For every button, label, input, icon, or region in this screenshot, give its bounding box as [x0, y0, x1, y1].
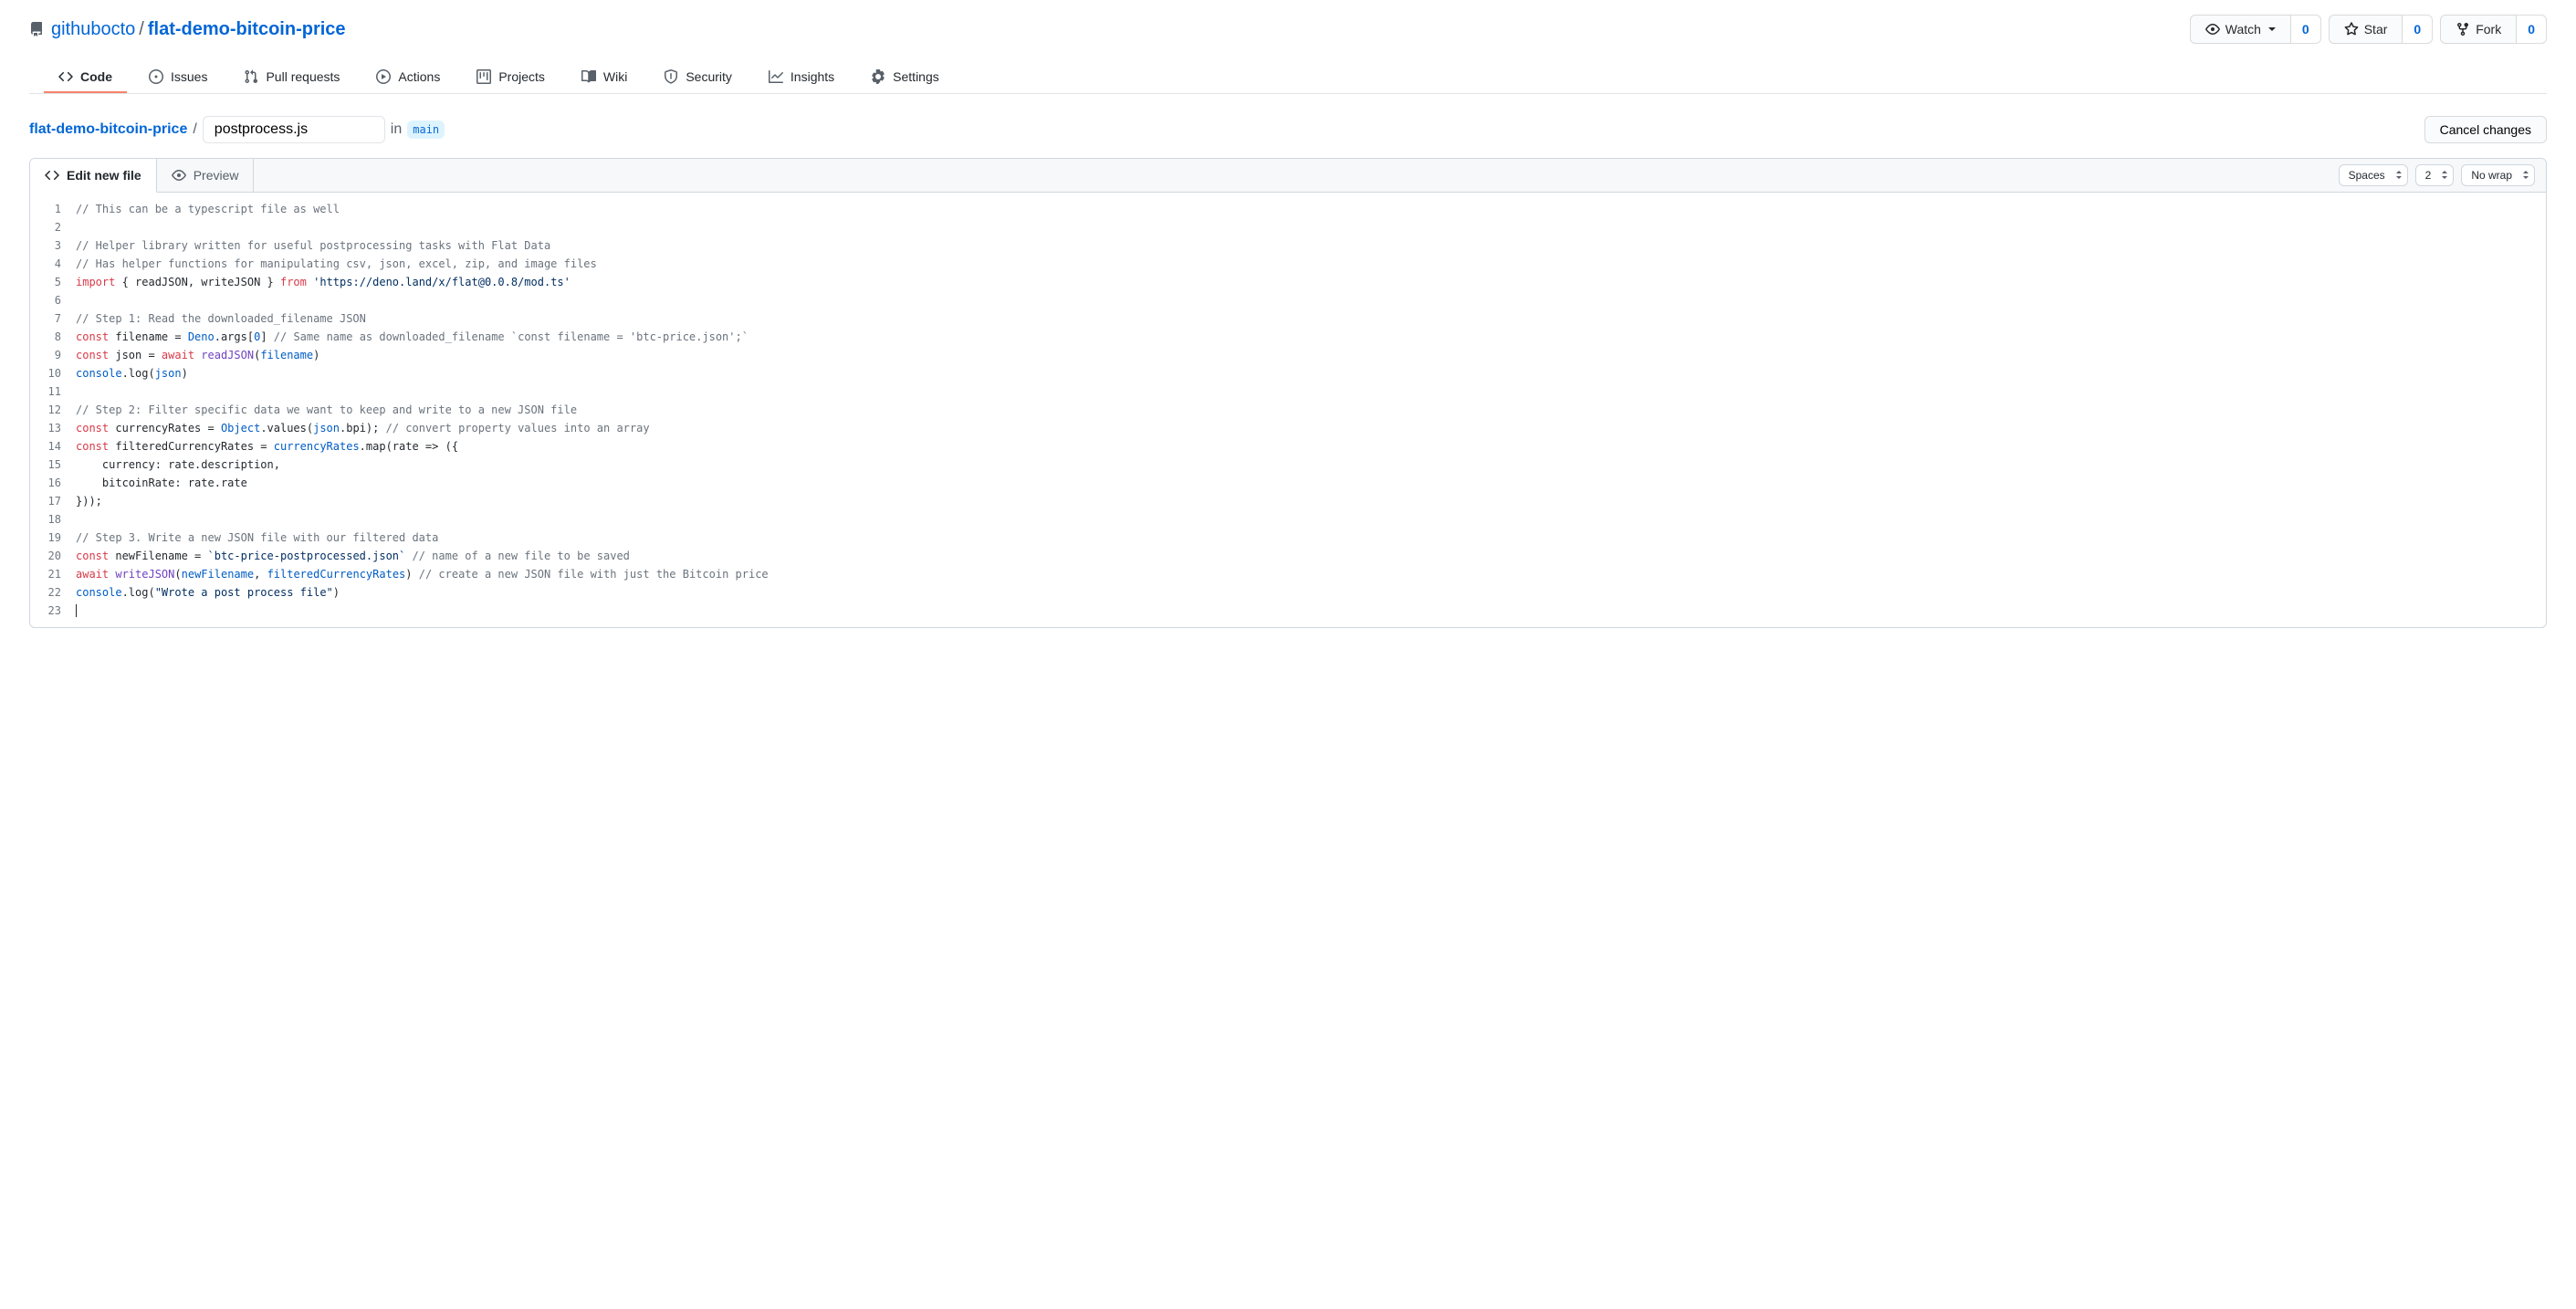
cursor: [76, 604, 77, 617]
tab-pulls[interactable]: Pull requests: [229, 62, 354, 93]
code-icon: [58, 69, 73, 84]
watch-count[interactable]: 0: [2291, 15, 2321, 44]
code-editor[interactable]: 1234567891011121314151617181920212223 //…: [30, 193, 2546, 627]
tab-edit-file[interactable]: Edit new file: [30, 159, 157, 193]
watch-button[interactable]: Watch: [2190, 15, 2291, 44]
repo-nav: Code Issues Pull requests Actions Projec…: [29, 62, 2547, 94]
tab-insights[interactable]: Insights: [754, 62, 849, 93]
gear-icon: [871, 69, 885, 84]
indent-mode-select[interactable]: Spaces: [2339, 164, 2408, 186]
eye-icon: [2205, 22, 2220, 37]
tab-preview[interactable]: Preview: [157, 159, 255, 192]
repo-title: githubocto / flat-demo-bitcoin-price: [29, 19, 346, 40]
path-separator: /: [193, 121, 196, 138]
line-number-gutter: 1234567891011121314151617181920212223: [30, 200, 76, 620]
play-icon: [376, 69, 391, 84]
indent-size-select[interactable]: 2: [2415, 164, 2455, 186]
filename-input[interactable]: [203, 116, 385, 143]
star-icon: [2344, 22, 2359, 37]
star-label: Star: [2364, 20, 2388, 38]
fork-icon: [2456, 22, 2470, 37]
fork-label: Fork: [2476, 20, 2501, 38]
tab-settings[interactable]: Settings: [856, 62, 954, 93]
tab-actions[interactable]: Actions: [361, 62, 455, 93]
issues-icon: [149, 69, 163, 84]
fork-button-group: Fork 0: [2440, 15, 2547, 44]
chevron-down-icon: [2268, 27, 2276, 31]
star-button-group: Star 0: [2329, 15, 2433, 44]
project-icon: [476, 69, 491, 84]
repo-name-link[interactable]: flat-demo-bitcoin-price: [148, 19, 346, 40]
editor-box: Edit new file Preview Spaces 2 No wrap 1…: [29, 158, 2547, 628]
tab-security[interactable]: Security: [649, 62, 747, 93]
cancel-changes-button[interactable]: Cancel changes: [2424, 116, 2547, 143]
in-label: in: [391, 121, 402, 138]
pull-request-icon: [244, 69, 258, 84]
file-path: flat-demo-bitcoin-price / in main: [29, 116, 445, 143]
graph-icon: [769, 69, 783, 84]
eye-icon: [172, 168, 186, 183]
shield-icon: [664, 69, 678, 84]
branch-tag[interactable]: main: [407, 120, 445, 139]
repo-icon: [29, 22, 44, 37]
star-count[interactable]: 0: [2403, 15, 2433, 44]
star-button[interactable]: Star: [2329, 15, 2403, 44]
wrap-mode-select[interactable]: No wrap: [2461, 164, 2535, 186]
tab-code[interactable]: Code: [44, 62, 127, 93]
tab-projects[interactable]: Projects: [462, 62, 560, 93]
fork-button[interactable]: Fork: [2440, 15, 2517, 44]
watch-label: Watch: [2225, 20, 2261, 38]
book-icon: [581, 69, 596, 84]
path-separator: /: [139, 19, 144, 40]
repo-owner-link[interactable]: githubocto: [51, 19, 135, 40]
tab-wiki[interactable]: Wiki: [567, 62, 642, 93]
tab-issues[interactable]: Issues: [134, 62, 222, 93]
repo-root-link[interactable]: flat-demo-bitcoin-price: [29, 121, 187, 138]
code-icon: [45, 168, 59, 183]
watch-button-group: Watch 0: [2190, 15, 2321, 44]
fork-count[interactable]: 0: [2517, 15, 2547, 44]
code-content[interactable]: // This can be a typescript file as well…: [76, 200, 2546, 620]
